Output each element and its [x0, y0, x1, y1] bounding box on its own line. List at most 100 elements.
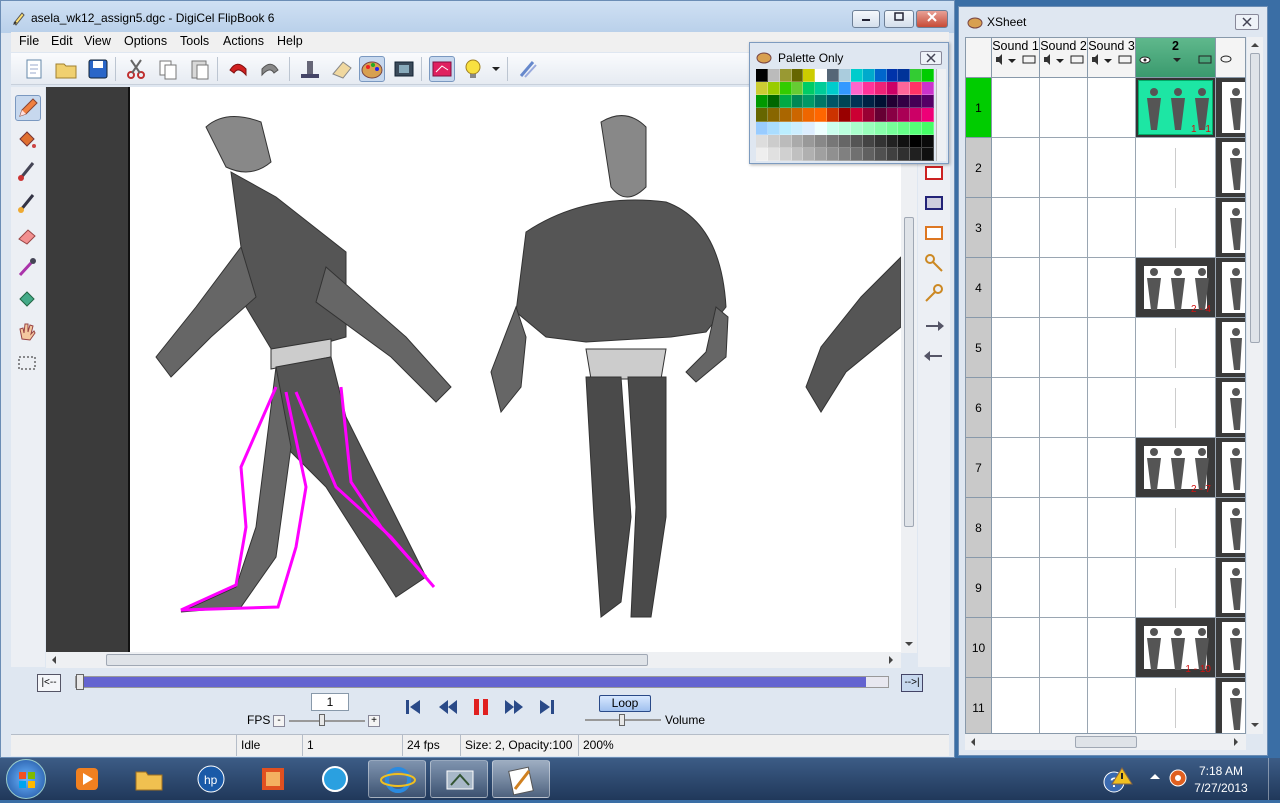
palette-swatch[interactable]: [791, 121, 804, 135]
sound-1-cell[interactable]: [992, 78, 1040, 138]
film-button[interactable]: [391, 56, 417, 82]
pause-button[interactable]: [471, 697, 491, 720]
fps-slider-thumb[interactable]: [319, 714, 325, 726]
speaker-icon[interactable]: [1041, 53, 1087, 67]
maximize-button[interactable]: [884, 10, 914, 28]
taskbar-network-app[interactable]: [430, 760, 488, 798]
xsheet-row-number[interactable]: 4: [966, 258, 992, 318]
sound-3-cell[interactable]: [1088, 318, 1136, 378]
palette-swatch[interactable]: [767, 95, 780, 109]
palette-swatch[interactable]: [815, 69, 828, 83]
sound-1-cell[interactable]: [992, 318, 1040, 378]
palette-swatch[interactable]: [767, 82, 780, 96]
palette-swatch[interactable]: [779, 82, 792, 96]
palette-swatch[interactable]: [874, 134, 887, 148]
scroll-right-icon[interactable]: [886, 655, 896, 665]
brush-tool[interactable]: [15, 159, 41, 185]
palette-swatch[interactable]: [874, 108, 887, 122]
palette-swatch[interactable]: [839, 95, 851, 109]
sound-1-cell[interactable]: [992, 678, 1040, 733]
lightbulb-dropdown[interactable]: [491, 63, 501, 77]
palette-swatch[interactable]: [803, 108, 816, 122]
palette-swatch[interactable]: [898, 134, 911, 148]
minimize-button[interactable]: [852, 10, 880, 28]
sound-3-cell[interactable]: [1088, 198, 1136, 258]
palette-swatch[interactable]: [803, 82, 816, 96]
level-2-cell[interactable]: [1136, 198, 1216, 258]
level-2-cell[interactable]: [1136, 378, 1216, 438]
next-level-cell[interactable]: [1216, 318, 1245, 378]
palette-swatch[interactable]: [767, 121, 780, 135]
level-2-cell[interactable]: [1136, 318, 1216, 378]
column-header-sound-3[interactable]: Sound 3: [1088, 38, 1136, 78]
eraser-tool[interactable]: [15, 223, 41, 249]
column-header-sound-2[interactable]: Sound 2: [1040, 38, 1088, 78]
xsheet-row-number[interactable]: 5: [966, 318, 992, 378]
scroll-down-icon[interactable]: [904, 639, 914, 649]
palette-swatch[interactable]: [850, 108, 863, 122]
palette-swatch[interactable]: [791, 69, 804, 83]
menu-tools[interactable]: Tools: [180, 34, 209, 48]
menu-actions[interactable]: Actions: [223, 34, 264, 48]
show-desktop-button[interactable]: [1268, 758, 1280, 800]
close-button[interactable]: [916, 10, 948, 28]
copy-button[interactable]: [155, 56, 181, 82]
cut-button[interactable]: [123, 56, 149, 82]
timeline-scrubber[interactable]: [76, 674, 84, 690]
speaker-icon[interactable]: [993, 53, 1039, 67]
taskbar-explorer[interactable]: [120, 760, 178, 798]
tray-app-icon[interactable]: [1168, 768, 1188, 791]
palette-swatch[interactable]: [850, 147, 863, 161]
first-frame-button[interactable]: [403, 697, 423, 720]
palette-swatch[interactable]: [910, 82, 923, 96]
palette-close-button[interactable]: [920, 51, 942, 65]
next-level-cell[interactable]: [1216, 198, 1245, 258]
sound-3-cell[interactable]: [1088, 258, 1136, 318]
color-card-button[interactable]: [429, 56, 455, 82]
palette-swatch[interactable]: [898, 147, 911, 161]
palette-swatch[interactable]: [779, 147, 792, 161]
palette-swatch[interactable]: [886, 95, 899, 109]
pencil-tool[interactable]: [15, 95, 41, 121]
sound-1-cell[interactable]: [992, 438, 1040, 498]
palette-swatch[interactable]: [874, 121, 887, 135]
palette-swatch[interactable]: [839, 108, 851, 122]
xsheet-row-number[interactable]: 10: [966, 618, 992, 678]
vertical-scroll-thumb[interactable]: [904, 217, 914, 527]
redo-button[interactable]: [257, 56, 283, 82]
scroll-left-icon[interactable]: [49, 655, 59, 665]
palette-swatch[interactable]: [850, 121, 863, 135]
scroll-right-icon[interactable]: [1231, 737, 1241, 747]
palette-swatch[interactable]: [862, 147, 875, 161]
palette-swatch[interactable]: [922, 95, 934, 109]
palette-swatch[interactable]: [886, 69, 899, 83]
sound-2-cell[interactable]: [1040, 318, 1088, 378]
brushes-button[interactable]: [515, 56, 541, 82]
palette-swatch[interactable]: [910, 134, 923, 148]
sound-2-cell[interactable]: [1040, 378, 1088, 438]
palette-swatch[interactable]: [922, 121, 934, 135]
level-2-cell[interactable]: 2 - 7: [1136, 438, 1216, 498]
palette-swatch[interactable]: [922, 134, 934, 148]
start-button[interactable]: [6, 759, 46, 799]
key-back-tool[interactable]: [922, 341, 948, 367]
taskbar-media-player[interactable]: [58, 760, 116, 798]
xsheet-row-number[interactable]: 6: [966, 378, 992, 438]
palette-swatch[interactable]: [803, 121, 816, 135]
fps-decrease-button[interactable]: -: [273, 715, 285, 727]
palette-swatch[interactable]: [910, 147, 923, 161]
lightbulb-button[interactable]: [461, 56, 487, 82]
palette-swatch[interactable]: [815, 147, 828, 161]
eyedropper-tool[interactable]: [15, 255, 41, 281]
canvas-vertical-scrollbar[interactable]: [901, 87, 917, 653]
palette-swatch[interactable]: [910, 121, 923, 135]
scroll-left-icon[interactable]: [968, 737, 978, 747]
palette-swatch[interactable]: [839, 134, 851, 148]
fps-increase-button[interactable]: +: [368, 715, 380, 727]
column-header-sound-1[interactable]: Sound 1: [992, 38, 1040, 78]
taskbar-office[interactable]: [244, 760, 302, 798]
palette-swatch[interactable]: [886, 121, 899, 135]
next-level-cell[interactable]: [1216, 618, 1245, 678]
sound-1-cell[interactable]: [992, 498, 1040, 558]
undo-button[interactable]: [225, 56, 251, 82]
